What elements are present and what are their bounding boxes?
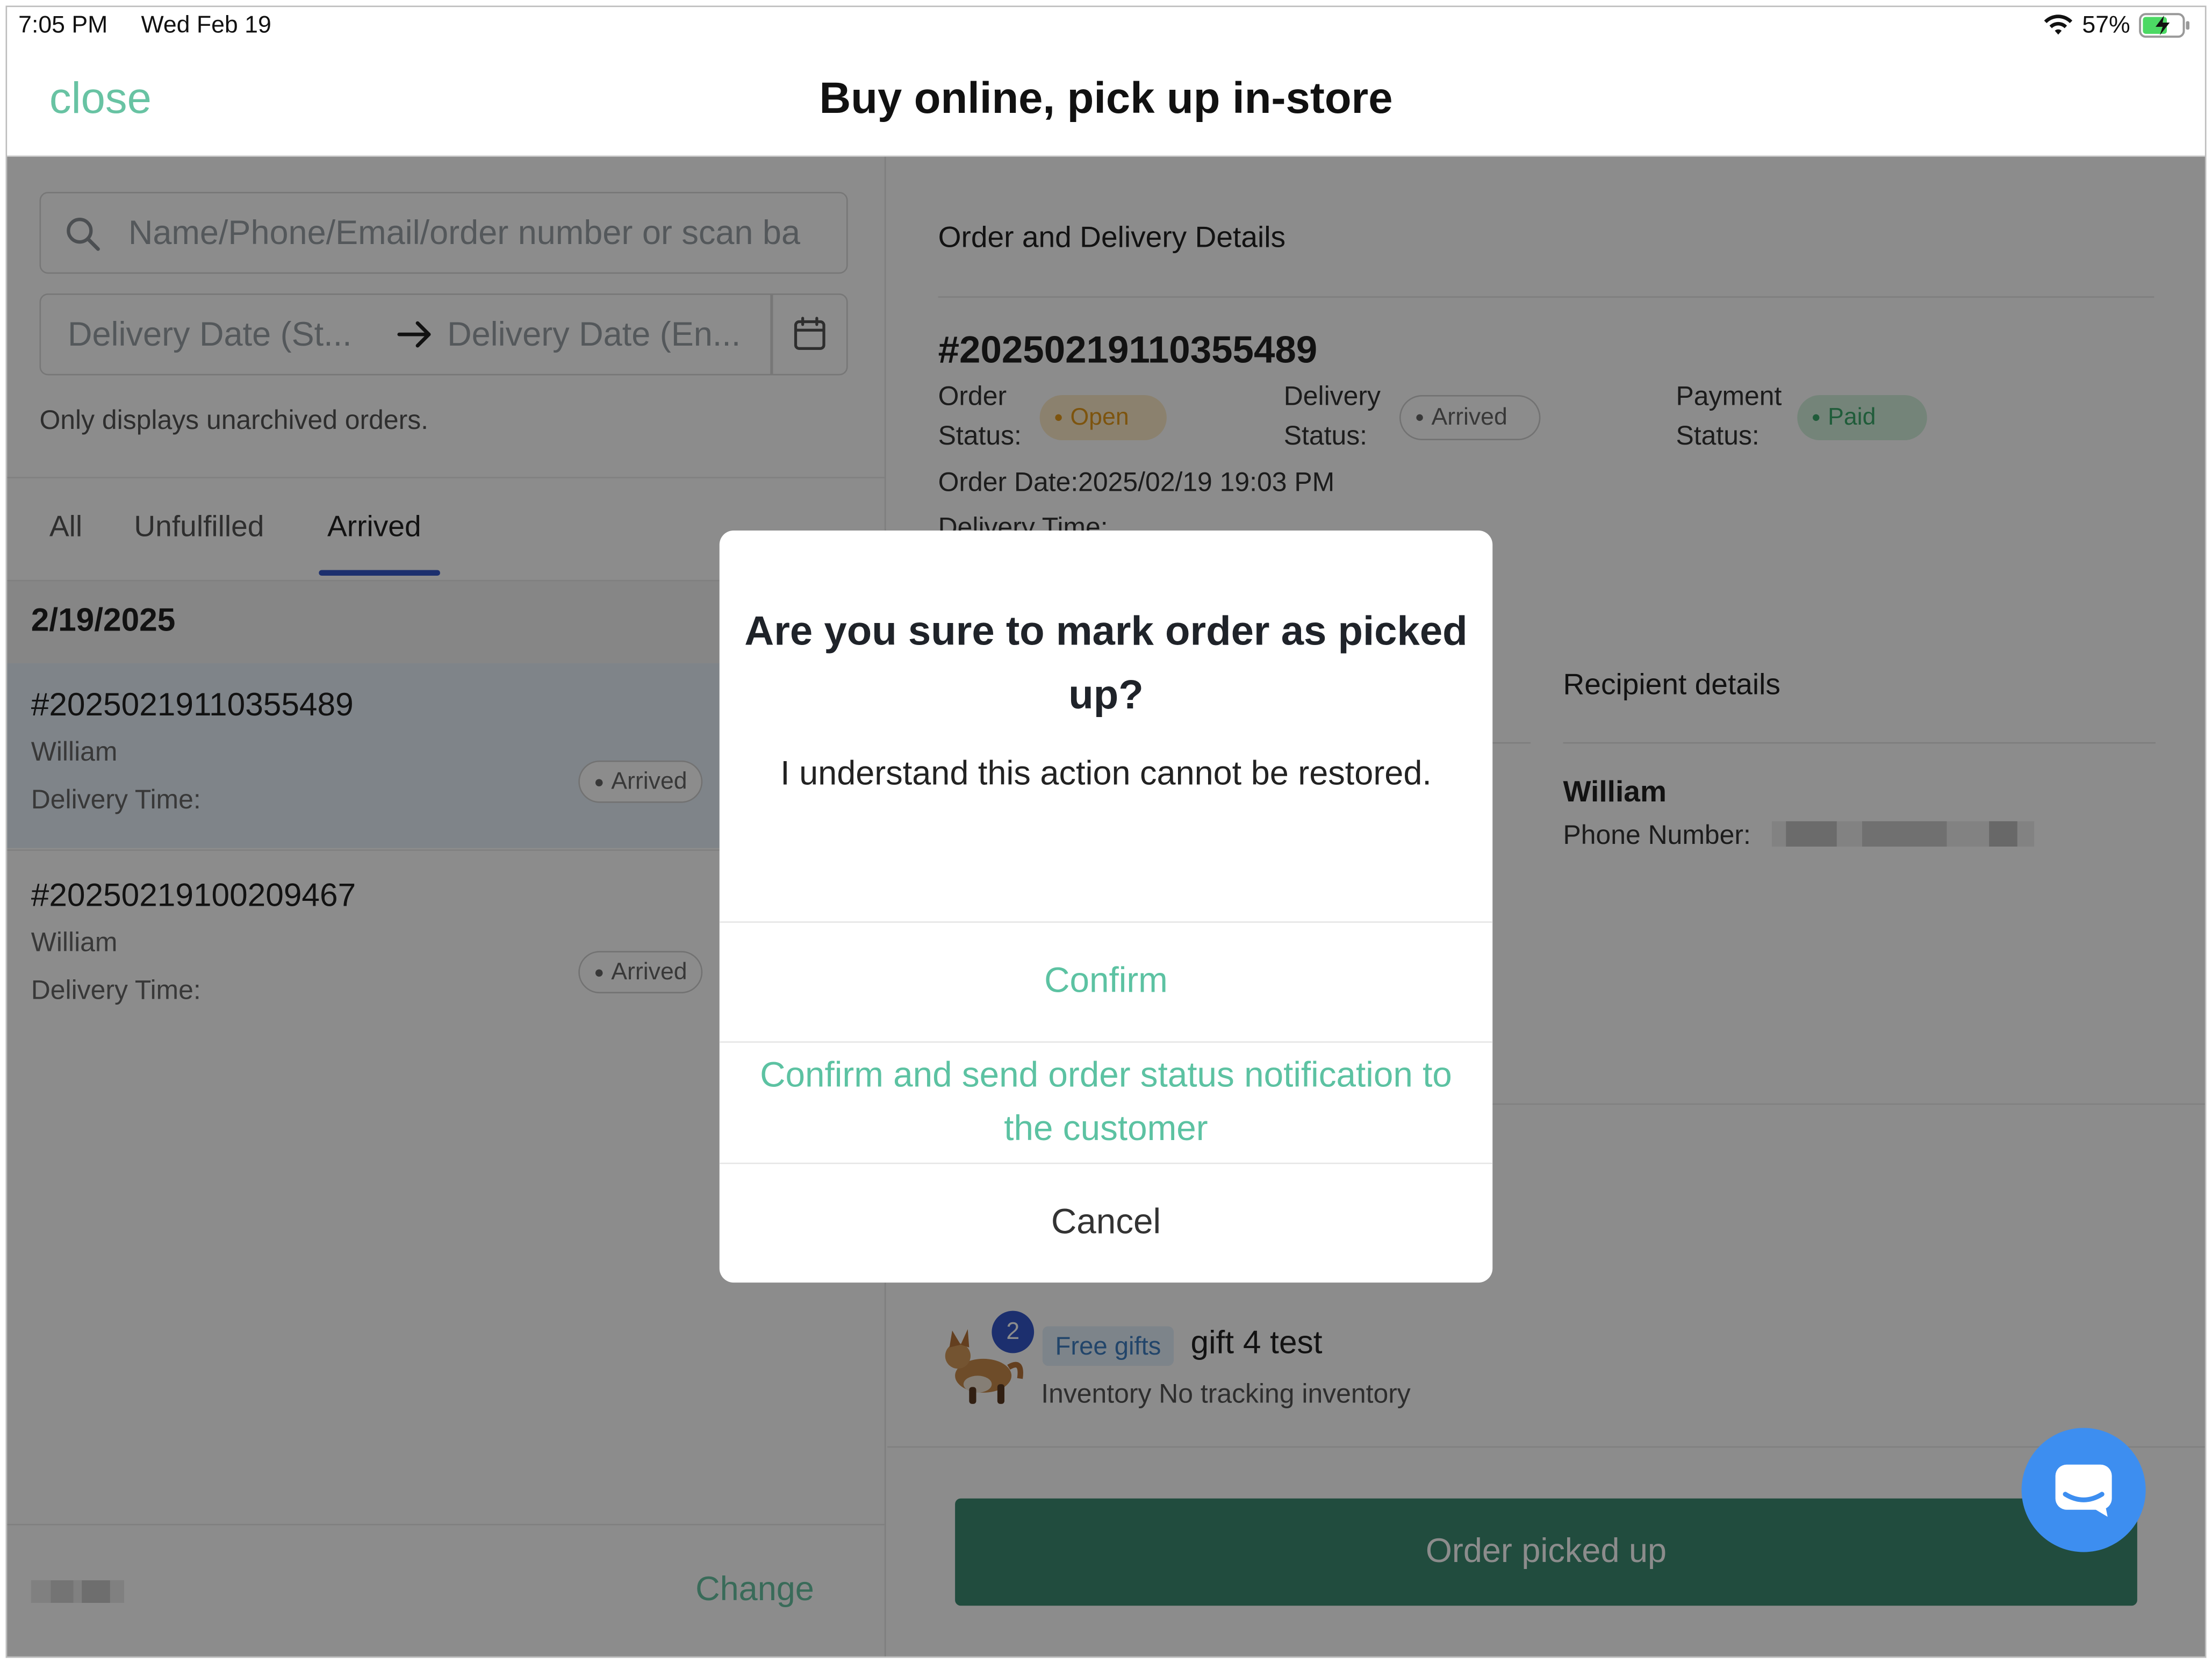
- chat-icon: [2055, 1464, 2112, 1517]
- app-screen: 7:05 PM Wed Feb 19 57% close Buy online,…: [0, 0, 2212, 1662]
- battery-charging-icon: [2139, 13, 2189, 38]
- page-title: Buy online, pick up in-store: [819, 73, 1393, 123]
- cancel-button[interactable]: Cancel: [720, 1163, 1493, 1281]
- confirm-and-notify-button[interactable]: Confirm and send order status notificati…: [720, 1048, 1493, 1156]
- chat-button[interactable]: [2021, 1428, 2146, 1552]
- status-time: 7:05 PM: [18, 11, 108, 38]
- status-date: Wed Feb 19: [141, 11, 271, 38]
- confirm-button[interactable]: Confirm: [720, 921, 1493, 1040]
- dialog-divider: [719, 1041, 1493, 1043]
- dialog-title: Are you sure to mark order as picked up?: [744, 610, 1468, 719]
- status-indicators: 57%: [2043, 11, 2192, 40]
- wifi-icon: [2044, 15, 2073, 35]
- dialog-message: I understand this action cannot be resto…: [780, 755, 1432, 793]
- battery-percent: 57%: [2082, 11, 2130, 38]
